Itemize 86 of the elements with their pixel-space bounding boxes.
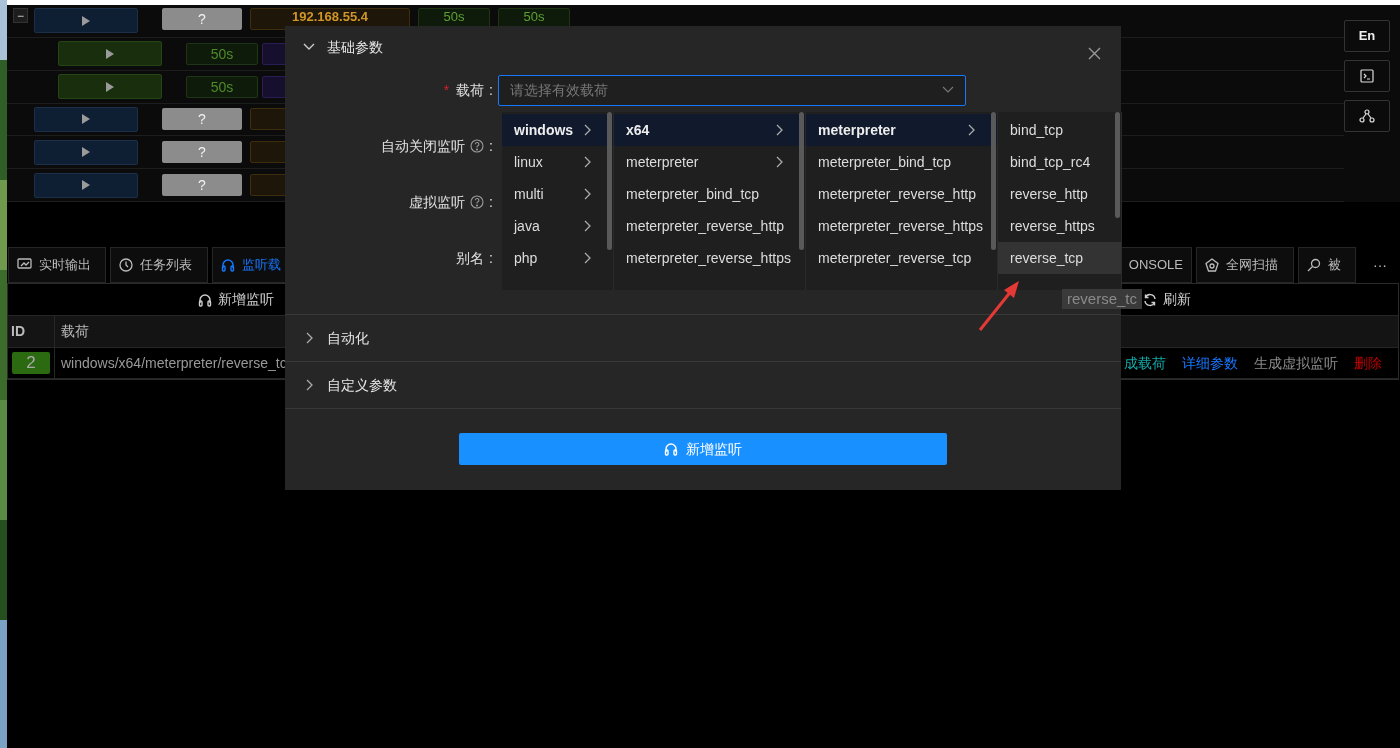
payload-select[interactable]: 请选择有效载荷: [498, 74, 966, 106]
terminal-button[interactable]: [1344, 60, 1390, 92]
headset-icon: [221, 258, 235, 272]
language-button[interactable]: En: [1344, 20, 1390, 52]
section-title[interactable]: 自动化: [327, 327, 369, 349]
play-button[interactable]: [58, 41, 162, 67]
add-listener-button[interactable]: 新增监听: [198, 289, 274, 310]
action-link[interactable]: 详细参数: [1182, 352, 1238, 374]
menu-item[interactable]: meterpreter: [614, 146, 805, 178]
menu-item[interactable]: x64: [614, 114, 805, 146]
refresh-icon: [1143, 292, 1157, 307]
status-badge: ?: [162, 141, 242, 164]
terminal-icon: [1360, 69, 1374, 83]
menu-item[interactable]: meterpreter_bind_tcp: [614, 178, 805, 210]
field-label: 虚拟监听: [409, 192, 466, 212]
status-badge: ?: [162, 108, 242, 131]
tab[interactable]: 全网扫描: [1196, 247, 1294, 283]
field-label: 别名: [456, 248, 485, 268]
close-button[interactable]: [1088, 47, 1101, 60]
field-label: 自动关闭监听: [381, 136, 466, 156]
column-header: ID: [10, 322, 26, 341]
id-badge: 2: [12, 352, 50, 374]
scrollbar[interactable]: [1115, 112, 1120, 218]
tooltip: reverse_tc: [1062, 289, 1143, 309]
pentagon-icon: [1205, 258, 1219, 272]
play-button[interactable]: [34, 139, 138, 165]
time-badge: 50s: [186, 75, 258, 98]
tab[interactable]: 任务列表: [110, 247, 208, 283]
menu-item[interactable]: reverse_tcp: [998, 242, 1121, 274]
field-label: 载荷: [456, 80, 485, 100]
play-button[interactable]: [58, 74, 162, 100]
menu-item[interactable]: meterpreter_reverse_https: [614, 242, 805, 274]
play-icon: [106, 48, 114, 59]
clock-icon: [119, 258, 133, 272]
menu-item[interactable]: windows: [502, 114, 613, 146]
colon: :: [489, 192, 493, 212]
play-button[interactable]: [34, 8, 138, 33]
time-badge: 50s: [186, 42, 258, 65]
action-link[interactable]: 成载荷: [1124, 352, 1166, 374]
collapse-button[interactable]: −: [13, 8, 28, 23]
headset-icon: [198, 292, 212, 307]
colon: :: [489, 80, 493, 100]
monitor-icon: [17, 258, 32, 272]
colon: :: [489, 136, 493, 156]
action-link[interactable]: 生成虚拟监听: [1254, 352, 1338, 374]
menu-item[interactable]: meterpreter_reverse_http: [614, 210, 805, 242]
scrollbar[interactable]: [991, 112, 996, 250]
play-button[interactable]: [34, 106, 138, 132]
scrollbar[interactable]: [607, 112, 612, 250]
colon: :: [489, 248, 493, 268]
status-badge: ?: [162, 8, 242, 30]
menu-item[interactable]: meterpreter_bind_tcp: [806, 146, 997, 178]
status-badge: ?: [162, 174, 242, 197]
network-icon: [1359, 109, 1375, 123]
network-button[interactable]: [1344, 100, 1390, 132]
required-mark: *: [443, 80, 450, 100]
menu-item[interactable]: multi: [502, 178, 613, 210]
play-icon: [82, 180, 90, 191]
search-icon: [1307, 258, 1321, 272]
menu-item[interactable]: reverse_http: [998, 178, 1121, 210]
table-cell-text: windows/x64/meterpreter/reverse_tc: [60, 353, 287, 373]
menu-item[interactable]: bind_tcp_rc4: [998, 146, 1121, 178]
menu-item[interactable]: meterpreter_reverse_https: [806, 210, 997, 242]
chevron-down-icon: [942, 86, 954, 94]
menu-item[interactable]: meterpreter_reverse_http: [806, 178, 997, 210]
menu-item[interactable]: reverse_https: [998, 210, 1121, 242]
annotation-arrow: [976, 278, 1022, 333]
headset-icon: [664, 442, 678, 456]
menu-item[interactable]: java: [502, 210, 613, 242]
section-title[interactable]: 基础参数: [327, 36, 383, 58]
play-icon: [82, 15, 90, 26]
menu-item[interactable]: meterpreter: [806, 114, 997, 146]
play-icon: [82, 147, 90, 158]
play-button[interactable]: [34, 172, 138, 198]
refresh-button[interactable]: 刷新: [1143, 289, 1191, 310]
menu-item[interactable]: meterpreter_reverse_tcp: [806, 242, 997, 274]
tab[interactable]: 被: [1298, 247, 1356, 283]
menu-item[interactable]: php: [502, 242, 613, 274]
play-icon: [82, 114, 90, 125]
tab[interactable]: 实时输出: [8, 247, 106, 283]
more-button[interactable]: ···: [1360, 247, 1400, 283]
scrollbar[interactable]: [799, 112, 804, 250]
section-title[interactable]: 自定义参数: [327, 374, 397, 396]
play-icon: [106, 81, 114, 92]
menu-item[interactable]: bind_tcp: [998, 114, 1121, 146]
menu-item[interactable]: linux: [502, 146, 613, 178]
